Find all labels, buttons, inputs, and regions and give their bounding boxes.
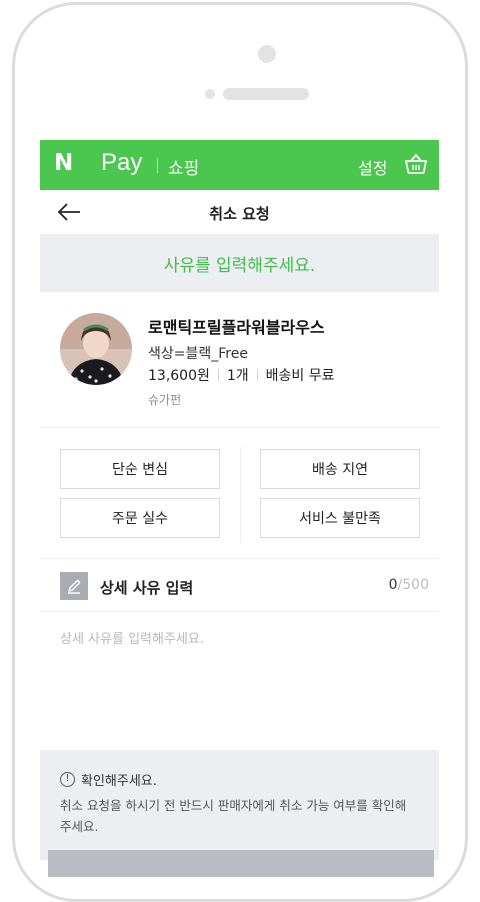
product-thumbnail[interactable] (60, 313, 132, 385)
detail-header: 상세 사유 입력 0/500 (40, 560, 439, 612)
pencil-icon (60, 572, 88, 600)
detail-reason-input[interactable] (40, 612, 439, 750)
product-name[interactable]: 로맨틱프릴플라워블라우스 (148, 314, 325, 338)
sensor-dot (205, 89, 215, 99)
reason-options: 단순 변심 배송 지연 주문 실수 서비스 불만족 (40, 429, 439, 559)
page-header: 취소 요청 (40, 190, 439, 234)
reason-divider (240, 447, 241, 543)
pay-brand[interactable]: Pay (101, 149, 142, 177)
char-counter: 0/500 (389, 577, 429, 593)
reason-banner: 사유를 입력해주세요. (40, 234, 439, 292)
notice-title: 확인해주세요. (81, 774, 157, 789)
notice-heading: ! 확인해주세요. (60, 770, 157, 789)
meta-divider (217, 369, 219, 381)
char-max: /500 (397, 577, 429, 593)
page-title: 취소 요청 (209, 205, 270, 223)
speaker-grille (223, 88, 309, 100)
basket-icon[interactable] (404, 152, 428, 176)
product-option: 색상=블랙_Free (148, 346, 248, 362)
camera-dot (258, 45, 276, 63)
submit-bar[interactable] (48, 850, 434, 877)
store-name[interactable]: 슈가펀 (148, 391, 181, 408)
settings-link[interactable]: 설정 (358, 155, 387, 179)
product-meta: 13,600원 1개 배송비 무료 (148, 365, 335, 385)
banner-message: 사유를 입력해주세요. (163, 256, 316, 276)
reason-button-order-mistake[interactable]: 주문 실수 (60, 498, 220, 538)
detail-input-area (40, 612, 439, 750)
top-bar: N Pay 쇼핑 설정 (40, 140, 439, 190)
notice-box: ! 확인해주세요. 취소 요청을 하시기 전 반드시 판매자에게 취소 가능 여… (40, 750, 439, 860)
meta-divider (256, 369, 258, 381)
notice-body: 취소 요청을 하시기 전 반드시 판매자에게 취소 가능 여부를 확인해 주세요… (60, 798, 407, 834)
detail-title: 상세 사유 입력 (100, 579, 194, 597)
reason-button-service-dissatisfaction[interactable]: 서비스 불만족 (260, 498, 420, 538)
product-quantity: 1개 (226, 368, 249, 384)
naver-logo[interactable]: N (54, 150, 73, 176)
char-count: 0 (388, 577, 398, 593)
product-price: 13,600원 (148, 368, 210, 384)
info-icon: ! (60, 772, 75, 787)
reason-button-change-of-mind[interactable]: 단순 변심 (60, 449, 220, 489)
header-divider (157, 158, 158, 173)
app-screen: N Pay 쇼핑 설정 취소 요청 사유를 입력해주세요. 로맨틱프릴플라워블라… (40, 140, 439, 877)
shopping-link[interactable]: 쇼핑 (168, 154, 199, 179)
reason-button-delivery-delay[interactable]: 배송 지연 (260, 449, 420, 489)
product-shipping: 배송비 무료 (265, 368, 335, 384)
product-card: 로맨틱프릴플라워블라우스 색상=블랙_Free 13,600원 1개 배송비 무료 … (40, 292, 439, 428)
